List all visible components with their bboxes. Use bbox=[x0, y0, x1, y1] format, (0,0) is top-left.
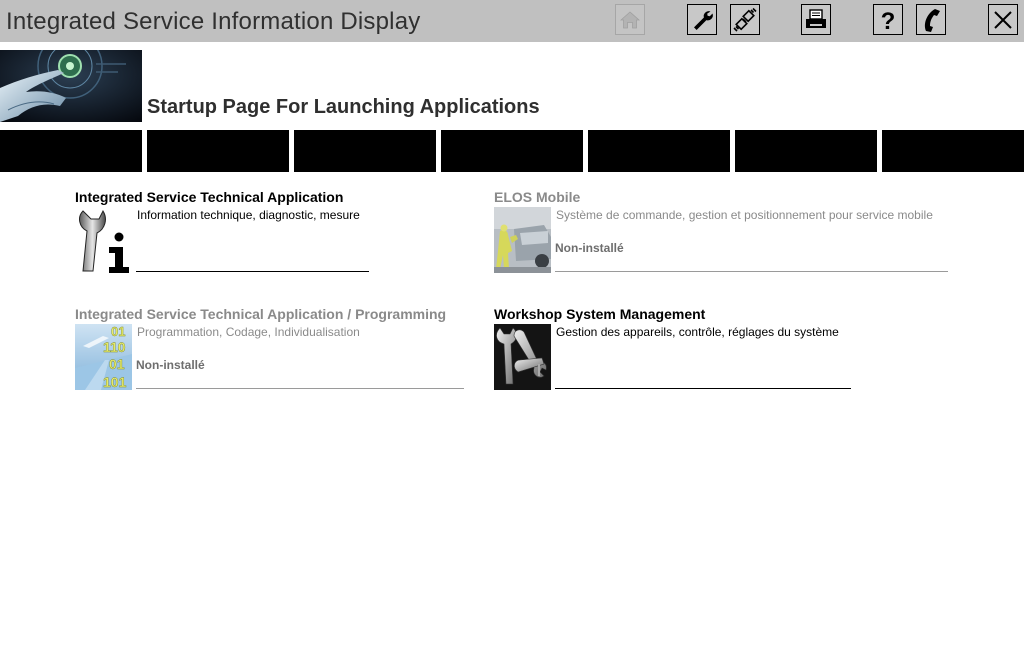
connection-button[interactable] bbox=[730, 4, 760, 35]
app-separator bbox=[555, 271, 948, 272]
nav-tab-1[interactable] bbox=[0, 130, 142, 172]
nav-bar bbox=[0, 130, 1024, 172]
app-description: Gestion des appareils, contrôle, réglage… bbox=[556, 325, 839, 339]
close-icon bbox=[994, 10, 1012, 29]
nav-tab-4[interactable] bbox=[441, 130, 583, 172]
svg-text:?: ? bbox=[881, 8, 896, 33]
nav-tab-6[interactable] bbox=[735, 130, 877, 172]
settings-button[interactable] bbox=[687, 4, 717, 35]
app-icon: 01 110 01 101 bbox=[75, 324, 132, 390]
app-ista-programming: Integrated Service Technical Application… bbox=[75, 306, 475, 396]
app-description: Programmation, Codage, Individualisation bbox=[137, 325, 360, 339]
nav-tab-7[interactable] bbox=[882, 130, 1024, 172]
wrench-info-icon bbox=[75, 207, 132, 273]
app-description: Information technique, diagnostic, mesur… bbox=[137, 208, 360, 222]
phone-icon bbox=[924, 8, 940, 32]
question-icon: ? bbox=[881, 8, 896, 33]
app-title: Integrated Service Technical Application… bbox=[75, 306, 447, 322]
window-title: Integrated Service Information Display bbox=[6, 8, 421, 35]
app-ista[interactable]: Integrated Service Technical Application… bbox=[75, 189, 375, 279]
app-title: ELOS Mobile bbox=[494, 189, 581, 205]
page-title: Startup Page For Launching Applications bbox=[147, 96, 540, 118]
home-icon bbox=[619, 10, 641, 28]
close-button[interactable] bbox=[988, 4, 1018, 35]
wrench-icon bbox=[694, 10, 713, 30]
nav-tab-2[interactable] bbox=[147, 130, 289, 172]
nav-tab-3[interactable] bbox=[294, 130, 436, 172]
app-icon[interactable] bbox=[75, 207, 132, 273]
wrenches-icon bbox=[494, 324, 551, 390]
app-separator bbox=[136, 388, 464, 389]
app-elos-mobile: ELOS Mobile Système de commande, gestion… bbox=[494, 189, 954, 279]
app-icon[interactable] bbox=[494, 324, 551, 390]
print-button[interactable] bbox=[801, 4, 831, 35]
nav-tab-5[interactable] bbox=[588, 130, 730, 172]
app-status: Non-installé bbox=[555, 241, 624, 255]
banner-image bbox=[0, 50, 142, 122]
svg-text:101: 101 bbox=[103, 374, 127, 390]
title-bar: Integrated Service Information Display ? bbox=[0, 0, 1024, 42]
app-separator bbox=[136, 271, 369, 272]
svg-text:01: 01 bbox=[111, 324, 125, 339]
help-button[interactable]: ? bbox=[873, 4, 903, 35]
binary-code-image: 01 110 01 101 bbox=[75, 324, 132, 390]
contact-button[interactable] bbox=[916, 4, 946, 35]
home-button[interactable] bbox=[615, 4, 645, 35]
app-title[interactable]: Workshop System Management bbox=[494, 306, 705, 322]
app-title[interactable]: Integrated Service Technical Application bbox=[75, 189, 343, 205]
app-separator bbox=[555, 388, 851, 389]
printer-icon bbox=[806, 8, 826, 28]
app-description: Système de commande, gestion et position… bbox=[556, 208, 933, 222]
svg-text:110: 110 bbox=[103, 339, 126, 355]
svg-text:01: 01 bbox=[109, 356, 125, 372]
plug-icon bbox=[733, 7, 757, 32]
mobile-service-photo bbox=[494, 207, 551, 273]
app-icon bbox=[494, 207, 551, 273]
hand-touch-image bbox=[0, 50, 142, 122]
app-workshop-system-management[interactable]: Workshop System Management Gestion des a… bbox=[494, 306, 894, 396]
app-status: Non-installé bbox=[136, 358, 205, 372]
